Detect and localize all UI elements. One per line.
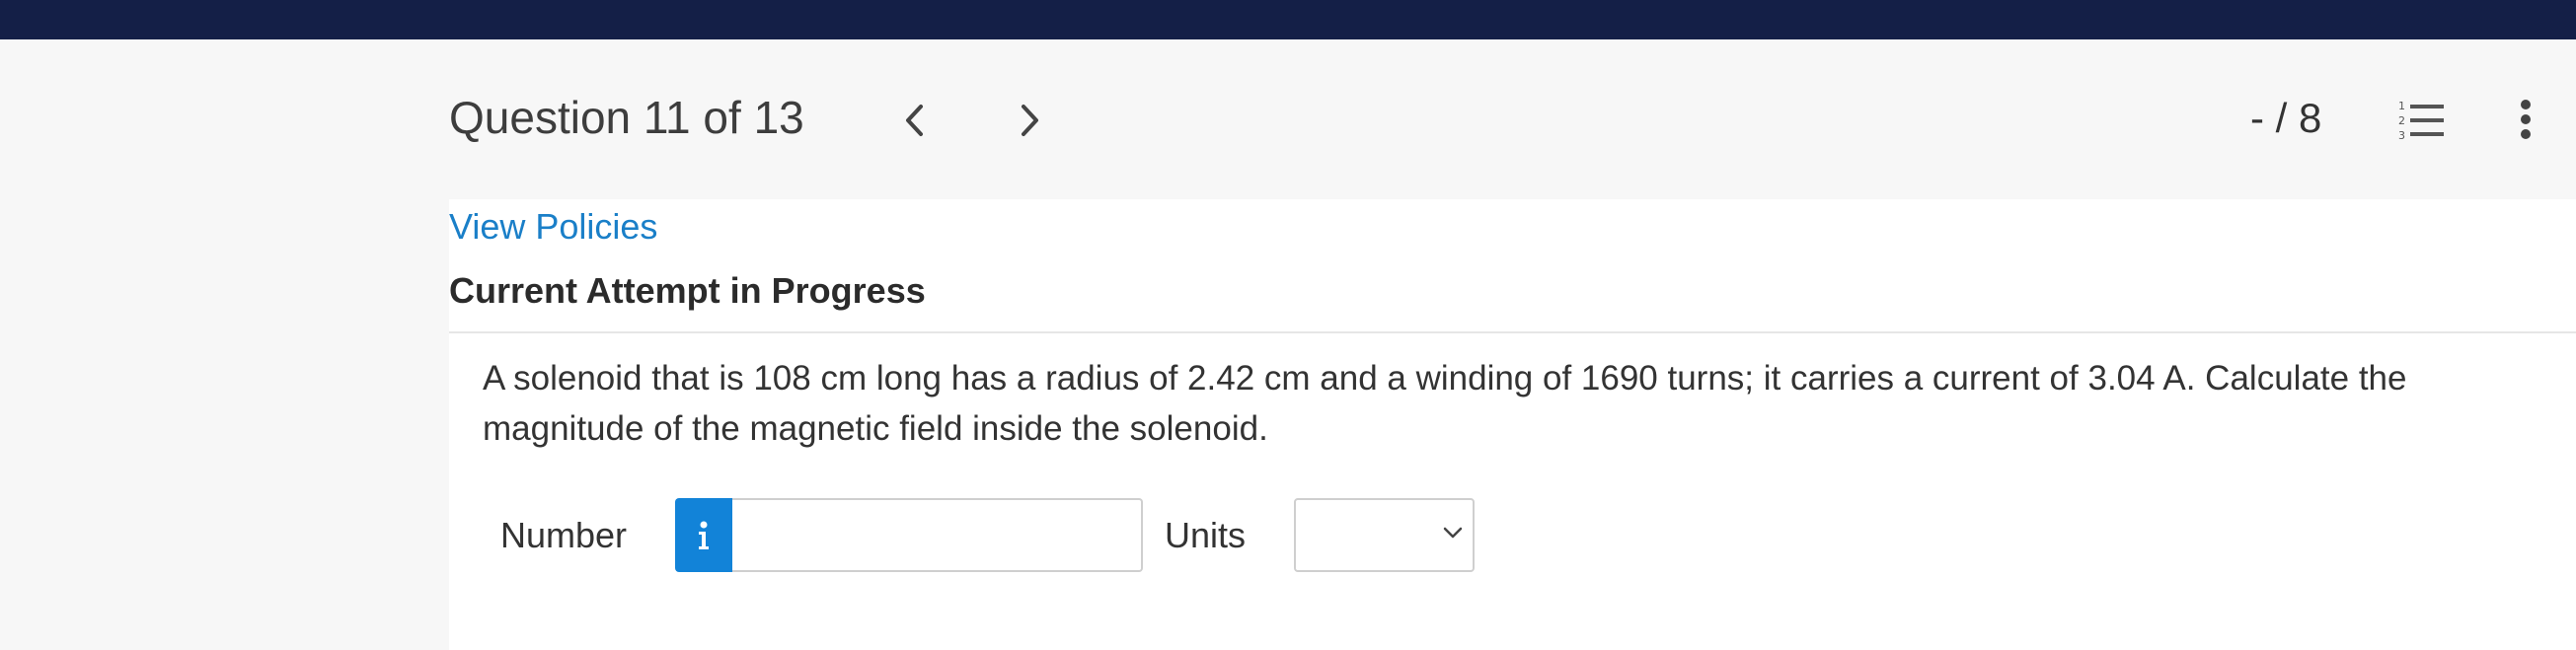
- view-policies-link[interactable]: View Policies: [449, 204, 657, 251]
- next-question-button[interactable]: [1011, 99, 1050, 142]
- question-counter: Question 11 of 13: [449, 92, 804, 143]
- number-label: Number: [500, 515, 628, 555]
- numbered-list-icon: 1 2 3: [2398, 100, 2444, 142]
- more-options-button[interactable]: [2514, 95, 2538, 144]
- divider: [449, 331, 2576, 333]
- svg-text:3: 3: [2398, 129, 2405, 142]
- vertical-ellipsis-icon: [2521, 100, 2531, 139]
- question-header: [0, 39, 2576, 199]
- question-text: A solenoid that is 108 cm long has a rad…: [483, 359, 2407, 448]
- question-list-button[interactable]: 1 2 3: [2398, 99, 2446, 142]
- number-input[interactable]: [732, 498, 1143, 572]
- svg-text:1: 1: [2398, 100, 2405, 112]
- chevron-left-icon: [906, 105, 923, 136]
- chevron-right-icon: [1022, 105, 1038, 136]
- top-bar: [0, 0, 2576, 39]
- units-select[interactable]: [1294, 498, 1475, 572]
- units-label: Units: [1165, 515, 1247, 555]
- info-button[interactable]: [675, 498, 732, 572]
- chevron-down-icon: [1443, 527, 1463, 539]
- previous-question-button[interactable]: [894, 99, 934, 142]
- attempt-status-heading: Current Attempt in Progress: [449, 270, 926, 311]
- svg-text:2: 2: [2398, 114, 2405, 127]
- info-icon: [699, 521, 709, 549]
- score-display: - / 8: [2250, 95, 2322, 141]
